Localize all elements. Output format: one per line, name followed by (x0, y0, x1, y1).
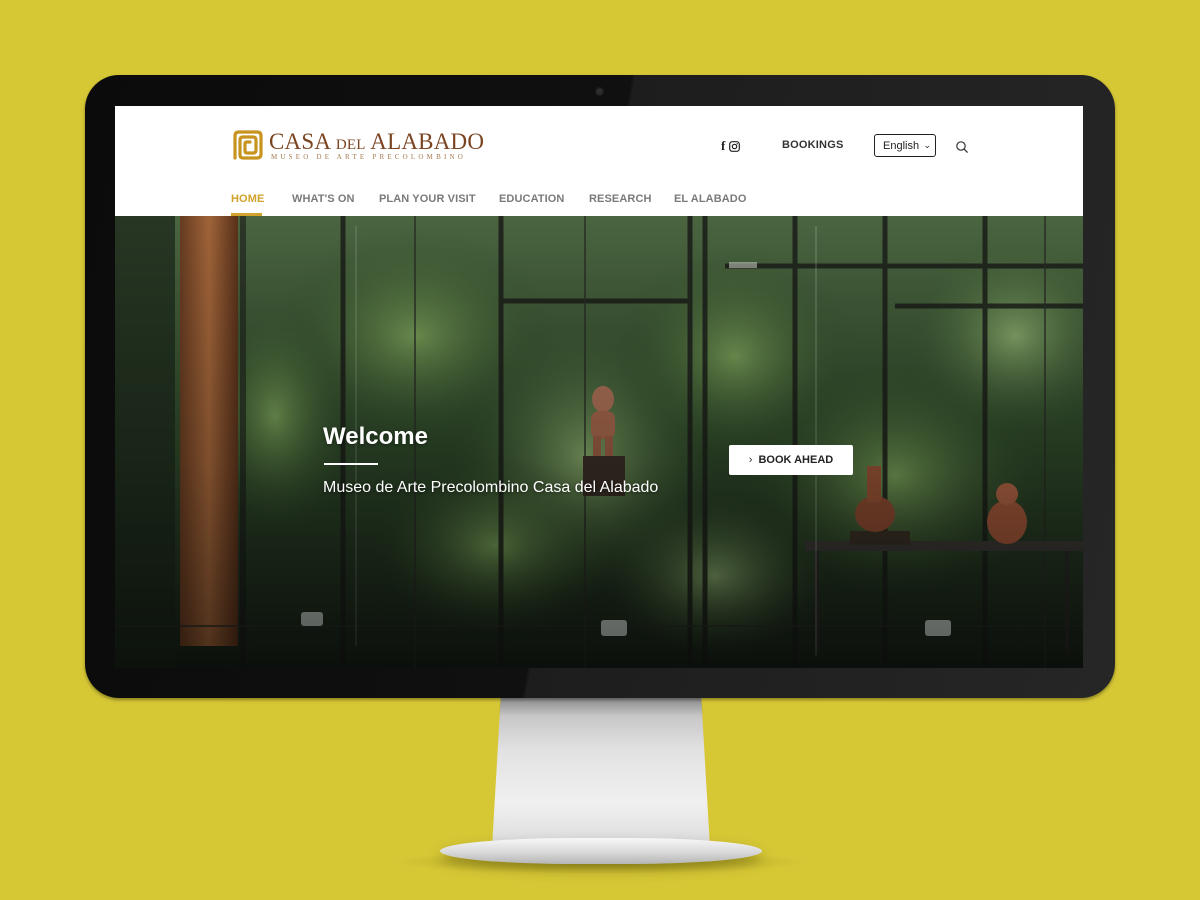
site-logo[interactable]: CASA DEL ALABADO MUSEO DE ARTE PRECOLOMB… (231, 128, 484, 168)
logo-title-del: DEL (335, 137, 366, 153)
nav-item-home[interactable]: HOME (231, 193, 264, 205)
nav-item-plan-your-visit[interactable]: PLAN YOUR VISIT (379, 193, 476, 205)
nav-item-el-alabado[interactable]: EL ALABADO (674, 193, 747, 205)
site-header: CASA DEL ALABADO MUSEO DE ARTE PRECOLOMB… (115, 106, 1083, 216)
nav-item-education[interactable]: EDUCATION (499, 193, 564, 205)
language-selected: English (883, 139, 920, 152)
chevron-right-icon: › (748, 454, 753, 466)
hero-banner: Welcome Museo de Arte Precolombino Casa … (115, 216, 1083, 668)
bookings-link[interactable]: BOOKINGS (782, 139, 844, 151)
chevron-down-icon: ⌄ (923, 140, 931, 150)
logo-title: CASA DEL ALABADO (269, 129, 484, 155)
hero-background-image (115, 216, 1083, 668)
social-links: f (721, 139, 741, 153)
logo-title-casa: CASA (269, 129, 330, 154)
hero-subtitle: Museo de Arte Precolombino Casa del Alab… (323, 479, 659, 496)
logo-subtitle: MUSEO DE ARTE PRECOLOMBINO (271, 153, 466, 161)
monitor-frame: CASA DEL ALABADO MUSEO DE ARTE PRECOLOMB… (85, 75, 1115, 698)
monitor-stand-base (440, 838, 762, 864)
language-select[interactable]: English ⌄ (874, 134, 936, 157)
monitor-stand-shade (498, 698, 704, 716)
book-ahead-label: BOOK AHEAD (758, 454, 834, 466)
facebook-icon[interactable]: f (721, 139, 725, 153)
camera-icon (595, 87, 604, 96)
spiral-logo-icon (233, 130, 263, 160)
website-screen: CASA DEL ALABADO MUSEO DE ARTE PRECOLOMB… (115, 106, 1083, 668)
monitor-stand-neck (492, 698, 710, 848)
nav-item-whats-on[interactable]: WHAT'S ON (292, 193, 355, 205)
instagram-icon[interactable] (729, 140, 741, 152)
hero-title: Welcome (323, 423, 428, 450)
hero-title-divider (324, 463, 378, 465)
nav-item-research[interactable]: RESEARCH (589, 193, 652, 205)
book-ahead-button[interactable]: › BOOK AHEAD (729, 445, 853, 475)
logo-title-alabado: ALABADO (370, 129, 485, 154)
search-icon[interactable] (955, 140, 969, 154)
